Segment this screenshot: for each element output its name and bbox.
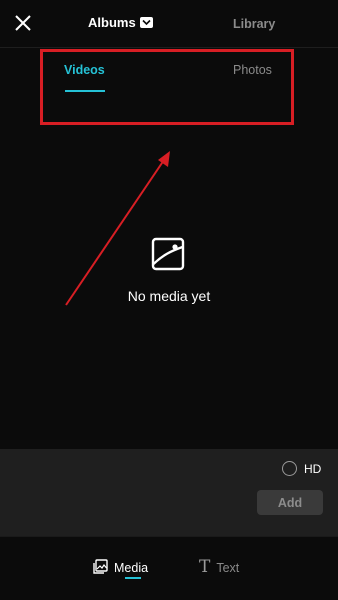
image-placeholder-icon (151, 237, 185, 271)
bottom-divider (0, 536, 338, 537)
nav-media-label: Media (114, 561, 149, 575)
empty-state-text: No media yet (127, 288, 211, 304)
media-icon (93, 559, 108, 577)
nav-text[interactable]: T Text (199, 559, 239, 576)
add-button[interactable]: Add (257, 490, 323, 515)
nav-media[interactable]: Media (93, 559, 148, 577)
hd-label: HD (304, 462, 322, 476)
nav-active-indicator (125, 577, 141, 579)
text-icon: T (199, 557, 211, 577)
hd-radio-button[interactable] (282, 461, 297, 476)
nav-text-label: Text (216, 560, 240, 575)
